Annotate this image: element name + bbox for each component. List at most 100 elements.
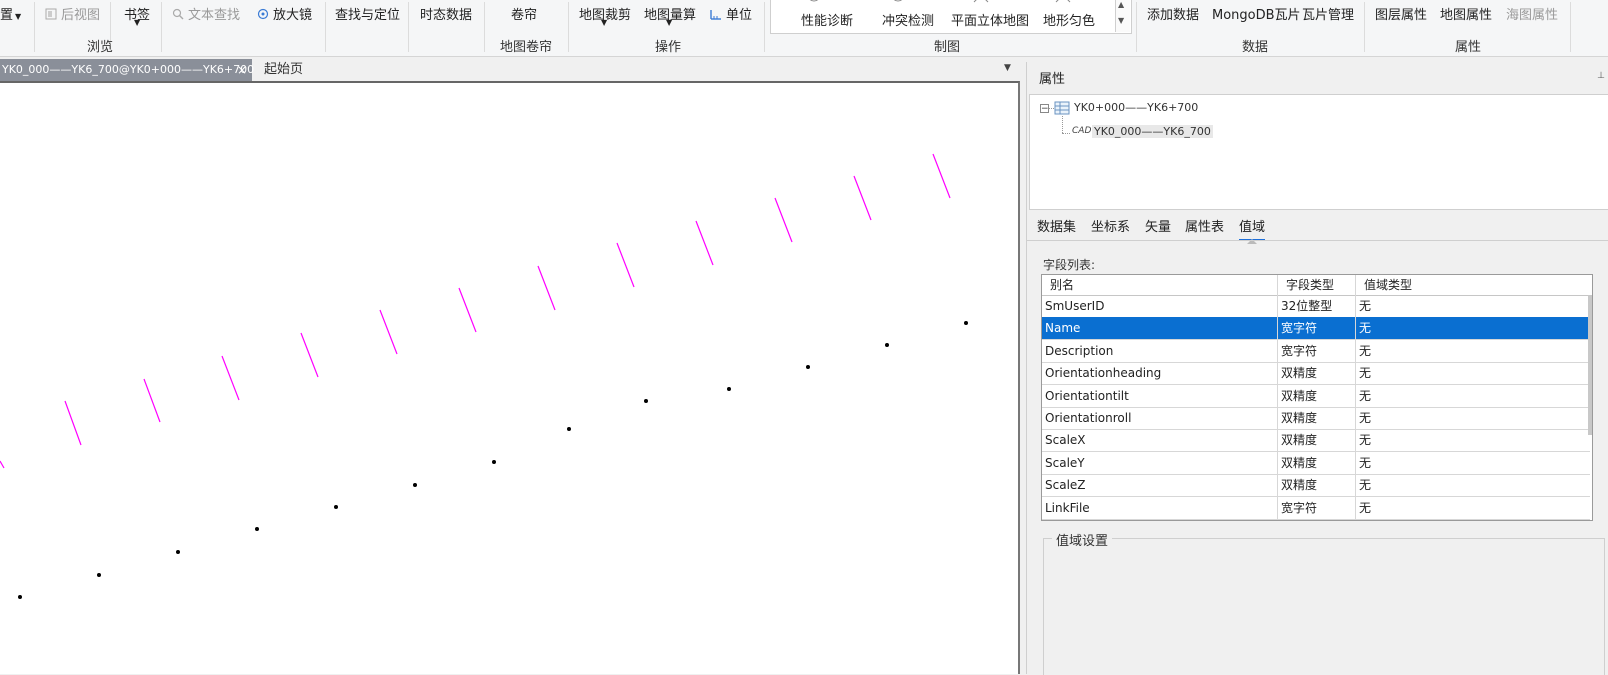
cell-domain-type: 无 <box>1359 366 1372 381</box>
map-point-feature[interactable] <box>567 427 571 431</box>
pin-icon[interactable]: ⊥ <box>1597 71 1605 81</box>
map-line-feature[interactable] <box>932 153 951 199</box>
map-line-feature[interactable] <box>300 332 319 378</box>
map-props-button[interactable]: 地图属性 <box>1440 4 1492 23</box>
tab-coordinate-system[interactable]: 坐标系 <box>1091 216 1130 235</box>
tab-start-page[interactable]: 起始页 <box>264 59 303 81</box>
map-point-feature[interactable] <box>492 460 496 464</box>
header-alias[interactable]: 别名 <box>1042 275 1278 295</box>
terrain-tint-button[interactable]: 地形匀色 <box>1043 10 1095 29</box>
domain-settings-title: 值域设置 <box>1052 530 1113 549</box>
table-row[interactable]: ScaleX 双精度无 <box>1042 429 1590 453</box>
map-point-feature[interactable] <box>727 387 731 391</box>
chevron-down-icon[interactable]: ▼ <box>601 18 607 27</box>
text-search-button[interactable]: 文本查找 <box>172 4 240 23</box>
tree-line <box>1062 116 1063 133</box>
plane-3d-button[interactable]: 平面立体地图 <box>951 10 1029 29</box>
map-point-feature[interactable] <box>176 550 180 554</box>
add-data-button[interactable]: 添加数据 <box>1147 4 1199 23</box>
tree-item-label: YK0+000——YK6+700 <box>1074 101 1199 114</box>
tab-domain[interactable]: 值域 <box>1239 216 1266 241</box>
map-canvas[interactable] <box>0 83 1018 674</box>
close-icon[interactable]: × <box>235 59 249 81</box>
cell-field-type: 32位整型 <box>1278 295 1356 317</box>
tab-attribute-table[interactable]: 属性表 <box>1185 216 1224 235</box>
chevron-up-icon[interactable]: ▲ <box>1118 0 1124 9</box>
map-line-feature[interactable] <box>379 309 398 355</box>
cartography-gallery[interactable]: 性能诊断 冲突检测 平面立体地图 地形匀色 <box>770 0 1132 34</box>
table-row[interactable]: Description 宽字符无 <box>1042 339 1590 363</box>
map-line-feature[interactable] <box>695 220 714 266</box>
header-field-type[interactable]: 字段类型 <box>1278 275 1356 295</box>
map-window[interactable] <box>0 81 1020 674</box>
map-line-feature[interactable] <box>774 197 793 243</box>
header-domain-type[interactable]: 值域类型 <box>1356 275 1590 295</box>
magnifier-button[interactable]: 放大镜 <box>257 4 312 23</box>
chart-props-button[interactable]: 海图属性 <box>1506 4 1558 23</box>
text-search-label: 文本查找 <box>188 8 241 23</box>
settings-button[interactable]: 置 ▼ <box>0 4 21 23</box>
tree-line <box>1062 133 1070 134</box>
temporal-data-button[interactable]: 时态数据 <box>420 4 472 23</box>
table-row[interactable]: Orientationtilt 双精度无 <box>1042 384 1590 408</box>
map-point-feature[interactable] <box>806 365 810 369</box>
mongodb-tile-button[interactable]: MongoDB瓦片 <box>1212 4 1301 23</box>
scrollbar[interactable] <box>1588 295 1592 435</box>
tab-map-document[interactable]: YK0_000——YK6_700@YK0+000——YK6+700 × <box>0 59 254 81</box>
chevron-down-icon[interactable]: ▼ <box>1118 16 1124 25</box>
tree-item-dataset[interactable]: YK0_000——YK6_700 <box>1092 125 1213 138</box>
table-row[interactable]: Orientationheading 双精度无 <box>1042 362 1590 386</box>
cad-icon: CAD <box>1072 126 1092 136</box>
map-line-feature[interactable] <box>221 355 240 401</box>
map-point-feature[interactable] <box>885 343 889 347</box>
find-locate-button[interactable]: 查找与定位 <box>335 4 400 23</box>
chevron-down-icon[interactable]: ▼ <box>134 18 140 27</box>
map-line-feature[interactable] <box>616 242 635 288</box>
map-point-feature[interactable] <box>18 595 22 599</box>
map-line-feature[interactable] <box>458 287 477 333</box>
perf-diag-label: 性能诊断 <box>801 14 854 29</box>
map-point-feature[interactable] <box>964 321 968 325</box>
tab-dataset[interactable]: 数据集 <box>1037 216 1076 235</box>
table-row[interactable]: Orientationroll 双精度无 <box>1042 407 1590 430</box>
map-point-feature[interactable] <box>644 399 648 403</box>
table-row[interactable]: SmUserID 32位整型无 <box>1042 295 1590 318</box>
field-table[interactable]: 别名 字段类型 值域类型 SmUserID 32位整型无 Name 宽字符无 Descr… <box>1041 274 1593 521</box>
tab-vector[interactable]: 矢量 <box>1145 216 1171 235</box>
conflict-button[interactable]: 冲突检测 <box>882 10 934 29</box>
table-row[interactable]: ScaleY 双精度无 <box>1042 451 1590 475</box>
map-line-feature[interactable] <box>64 400 82 446</box>
map-line-feature[interactable] <box>143 378 161 423</box>
cell-field-type: 双精度 <box>1278 429 1356 452</box>
table-row[interactable]: Name 宽字符无 <box>1042 317 1590 341</box>
map-point-feature[interactable] <box>413 483 417 487</box>
cell-field-type: 双精度 <box>1278 451 1356 474</box>
map-line-feature[interactable] <box>537 265 556 311</box>
perf-diag-button[interactable]: 性能诊断 <box>801 10 853 29</box>
map-point-feature[interactable] <box>334 505 338 509</box>
cell-field-type: 双精度 <box>1278 384 1356 407</box>
map-line-feature[interactable] <box>853 175 872 221</box>
swipe-button[interactable]: 卷帘 <box>511 4 537 23</box>
ruler-icon <box>710 10 721 20</box>
unit-button[interactable]: 单位 <box>710 4 752 23</box>
tile-manage-label: 瓦片管理 <box>1302 8 1355 23</box>
map-line-feature[interactable] <box>0 460 5 469</box>
map-point-feature[interactable] <box>97 573 101 577</box>
chevron-down-icon[interactable]: ▼ <box>1004 63 1011 73</box>
tile-manage-button[interactable]: 瓦片管理 <box>1302 4 1354 23</box>
cell-domain-type: 无 <box>1359 411 1372 425</box>
gallery-scroll[interactable]: ▲ ▼ <box>1115 0 1130 32</box>
map-props-label: 地图属性 <box>1440 8 1493 23</box>
back-view-icon <box>45 8 57 20</box>
table-row[interactable]: LinkFile 宽字符无 <box>1042 496 1590 520</box>
back-view-button[interactable]: 后视图 <box>45 4 100 23</box>
chevron-down-icon[interactable]: ▼ <box>666 18 672 27</box>
cell-field-type: 宽字符 <box>1278 339 1356 362</box>
table-row[interactable]: ScaleZ 双精度无 <box>1042 474 1590 498</box>
collapse-icon[interactable]: − <box>1040 104 1049 114</box>
map-point-feature[interactable] <box>255 527 259 531</box>
tree-item-datasource[interactable]: YK0+000——YK6+700 <box>1074 101 1198 114</box>
layer-props-button[interactable]: 图层属性 <box>1375 4 1427 23</box>
cell-field-type: 双精度 <box>1278 362 1356 385</box>
